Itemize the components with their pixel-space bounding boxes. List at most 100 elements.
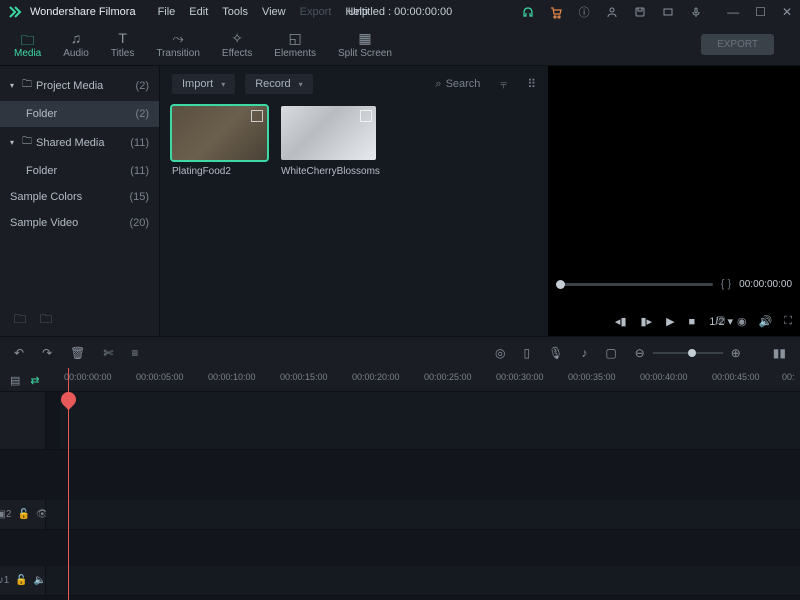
menu-tools[interactable]: Tools <box>222 6 248 18</box>
media-browser: Import▾ Record▾ ⌕Search ⫧ ⠿ PlatingFood2… <box>160 66 548 336</box>
folder-icon: 🗀 <box>21 30 35 46</box>
sidebar-project-media[interactable]: ▾🗀Project Media(2) <box>0 70 159 101</box>
lock-icon[interactable]: 🔓 <box>17 509 29 520</box>
in-out-brackets[interactable]: { } <box>721 278 731 290</box>
track-lane[interactable] <box>60 392 800 449</box>
timeline-options-icon[interactable]: ▮▮ <box>773 346 786 360</box>
sidebar-sample-colors[interactable]: Sample Colors(15) <box>0 184 159 210</box>
track-header: ▣2 🔓 👁 <box>0 500 46 529</box>
cart-icon[interactable] <box>549 5 563 19</box>
target-icon[interactable]: ◎ <box>495 346 505 360</box>
preview-panel: { } 00:00:00:00 ◂▮ ▮▸ ▶ ■ 1/2 ▾ ⎚ ◉ 🔊 ⛶ <box>548 66 800 336</box>
headset-icon[interactable] <box>521 5 535 19</box>
chevron-down-icon: ▾ <box>221 80 225 89</box>
cut-button[interactable]: ✄ <box>103 346 113 360</box>
play-button[interactable]: ▶ <box>666 315 674 328</box>
export-button[interactable]: EXPORT <box>701 34 774 55</box>
redo-button[interactable]: ↷ <box>42 346 52 360</box>
sidebar-folder-2[interactable]: Folder(11) <box>0 158 159 184</box>
delete-button[interactable]: 🗑 <box>70 346 85 360</box>
lock-icon[interactable]: 🔓 <box>15 575 27 586</box>
caret-down-icon: ▾ <box>10 81 18 90</box>
window-icon[interactable] <box>661 5 675 19</box>
timeline-ruler[interactable]: ▤ ⇄ 00:00:00:00 00:00:05:00 00:00:10:00 … <box>0 368 800 392</box>
info-icon[interactable]: ⓘ <box>577 5 591 19</box>
record-dropdown[interactable]: Record▾ <box>245 74 312 94</box>
sidebar-sample-video[interactable]: Sample Video(20) <box>0 210 159 236</box>
media-clip[interactable]: WhiteCherryBlossoms <box>281 106 376 177</box>
text-icon: T <box>118 30 127 46</box>
sidebar-folder-1[interactable]: Folder(2) <box>0 101 159 127</box>
track-lane[interactable] <box>46 566 800 595</box>
workspace-tabs: 🗀Media ♫Audio TTitles ⤳Transition ✧Effec… <box>0 24 800 66</box>
track-header: ♪1 🔓 🔈 <box>0 566 46 595</box>
voiceover-icon[interactable]: 🎙 <box>548 346 563 360</box>
shapes-icon: ◱ <box>289 30 302 46</box>
new-folder-plus-icon[interactable]: 🗀 <box>40 310 52 331</box>
mute-icon[interactable]: 🔈 <box>34 575 46 586</box>
preview-scrubber[interactable] <box>556 283 713 286</box>
adjust-icon[interactable]: ≡ <box>131 346 138 360</box>
tab-splitscreen[interactable]: ▦Split Screen <box>338 30 392 59</box>
expand-icon[interactable] <box>360 110 372 122</box>
step-back-button[interactable]: ▮▸ <box>641 315 653 328</box>
music-icon[interactable]: ♪ <box>581 346 587 360</box>
tab-titles[interactable]: TTitles <box>111 30 135 59</box>
caret-down-icon: ▾ <box>10 138 18 147</box>
search-input[interactable]: ⌕Search <box>435 78 480 91</box>
media-clip[interactable]: PlatingFood2 <box>172 106 267 177</box>
menu-export: Export <box>300 6 332 18</box>
grid-view-icon[interactable]: ⠿ <box>527 77 536 91</box>
prev-frame-button[interactable]: ◂▮ <box>615 315 627 328</box>
zoom-out-button[interactable]: ⊖ <box>635 346 645 360</box>
zoom-in-button[interactable]: ⊕ <box>731 346 741 360</box>
minimize-button[interactable]: — <box>727 5 739 19</box>
save-icon[interactable] <box>633 5 647 19</box>
track-manager-icon[interactable]: ▤ <box>10 374 20 387</box>
display-icon[interactable]: ⎚ <box>716 315 725 328</box>
undo-button[interactable]: ↶ <box>14 346 24 360</box>
link-icon[interactable]: ⇄ <box>30 374 39 387</box>
track-header <box>0 392 46 449</box>
user-icon[interactable] <box>605 5 619 19</box>
clip-thumbnail[interactable] <box>281 106 376 160</box>
tab-effects[interactable]: ✧Effects <box>222 30 252 59</box>
menu-file[interactable]: File <box>158 6 176 18</box>
playhead[interactable] <box>68 368 69 600</box>
menu-bar: File Edit Tools View Export Help <box>158 6 368 18</box>
app-title: Wondershare Filmora <box>30 6 136 18</box>
track-video-2[interactable]: ▣2 🔓 👁 <box>0 500 800 530</box>
mic-icon[interactable] <box>689 5 703 19</box>
zoom-slider[interactable] <box>653 352 723 354</box>
snapshot-icon[interactable]: ◉ <box>737 315 747 328</box>
new-folder-icon[interactable]: 🗀 <box>14 310 26 331</box>
preview-viewport[interactable] <box>548 66 800 266</box>
close-button[interactable]: ✕ <box>782 5 792 19</box>
marker-icon[interactable]: ▯ <box>523 346 530 360</box>
filter-icon[interactable]: ⫧ <box>500 77 507 92</box>
clip-thumbnail[interactable] <box>172 106 267 160</box>
track-audio-1[interactable]: ♪1 🔓 🔈 <box>0 566 800 596</box>
import-dropdown[interactable]: Import▾ <box>172 74 235 94</box>
grid-icon: ▦ <box>358 30 371 46</box>
search-icon: ⌕ <box>435 78 441 91</box>
timeline: ▤ ⇄ 00:00:00:00 00:00:05:00 00:00:10:00 … <box>0 368 800 600</box>
menu-edit[interactable]: Edit <box>189 6 208 18</box>
tab-media[interactable]: 🗀Media <box>14 30 41 59</box>
frame-icon[interactable]: ▢ <box>605 346 616 360</box>
sidebar-shared-media[interactable]: ▾🗀Shared Media(11) <box>0 127 159 158</box>
maximize-button[interactable]: ☐ <box>755 5 766 19</box>
tab-transition[interactable]: ⤳Transition <box>156 30 200 59</box>
menu-view[interactable]: View <box>262 6 286 18</box>
track-lane[interactable] <box>46 500 800 529</box>
music-icon: ♫ <box>71 30 82 46</box>
expand-icon[interactable] <box>251 110 263 122</box>
tab-audio[interactable]: ♫Audio <box>63 30 89 59</box>
fullscreen-icon[interactable]: ⛶ <box>784 315 792 328</box>
stop-button[interactable]: ■ <box>689 316 696 328</box>
media-sidebar: ▾🗀Project Media(2) Folder(2) ▾🗀Shared Me… <box>0 66 160 336</box>
track-video-main[interactable] <box>0 392 800 450</box>
tab-elements[interactable]: ◱Elements <box>274 30 316 59</box>
volume-icon[interactable]: 🔊 <box>759 315 773 328</box>
clip-name: PlatingFood2 <box>172 166 267 177</box>
